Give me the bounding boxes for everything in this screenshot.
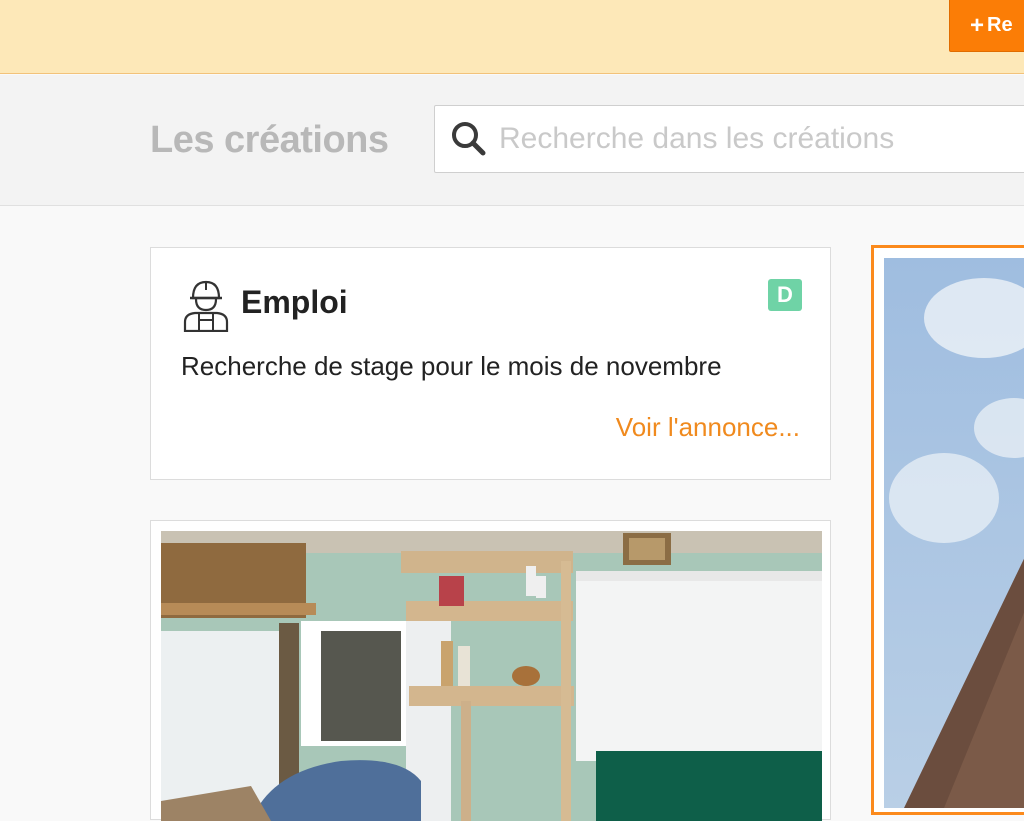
plus-icon: +: [970, 11, 985, 39]
page-title: Les créations: [150, 119, 389, 161]
card-category: Emploi: [241, 284, 348, 320]
search-icon: [452, 122, 486, 156]
view-listing-link[interactable]: Voir l'annonce...: [616, 412, 800, 443]
status-badge: D: [768, 279, 802, 311]
photo-card[interactable]: [150, 520, 831, 821]
add-creation-button[interactable]: + Re: [949, 0, 1024, 52]
search-input[interactable]: [499, 114, 1019, 164]
job-card: Emploi D Recherche de stage pour le mois…: [150, 247, 831, 480]
search-box[interactable]: [434, 105, 1024, 173]
caravan-interior-photo: [161, 531, 822, 821]
top-banner: + Re: [0, 0, 1024, 74]
card-description: Recherche de stage pour le mois de novem…: [181, 351, 722, 381]
construction-worker-icon: [183, 280, 229, 332]
featured-card[interactable]: [871, 245, 1024, 815]
page-header: Les créations: [0, 75, 1024, 206]
add-button-label: Re: [987, 14, 1013, 36]
featured-photo: [884, 258, 1024, 808]
